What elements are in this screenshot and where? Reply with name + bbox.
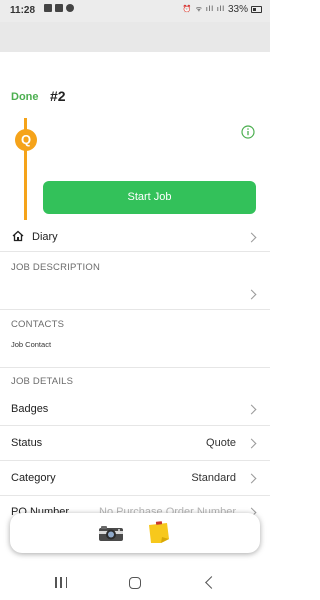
chevron-right-icon — [246, 232, 257, 243]
back-icon[interactable] — [205, 576, 218, 589]
chevron-right-icon — [246, 438, 257, 449]
system-nav-bar — [0, 565, 270, 600]
start-job-button[interactable]: Start Job — [43, 181, 256, 214]
battery-icon — [251, 6, 262, 13]
recents-icon[interactable] — [55, 577, 67, 588]
chevron-right-icon — [246, 289, 257, 300]
status-value: Quote — [206, 437, 236, 449]
diary-row[interactable]: Diary — [0, 222, 270, 252]
battery-percent: 33% — [227, 4, 248, 15]
notification-icons — [44, 4, 74, 12]
job-contact-label: Job Contact — [11, 340, 52, 349]
youtube-notification-icon — [55, 4, 63, 12]
status-time: 11:28 — [10, 5, 36, 16]
sheet-header: Done #2 — [0, 88, 270, 110]
chevron-right-icon — [246, 404, 257, 415]
category-value: Standard — [191, 472, 236, 484]
bottom-toolbar — [10, 513, 260, 553]
job-details-header: JOB DETAILS — [11, 376, 74, 387]
chevron-right-icon — [246, 473, 257, 484]
sticky-note-icon[interactable] — [147, 521, 171, 545]
home-nav-icon[interactable] — [129, 577, 141, 589]
badges-label: Badges — [11, 403, 49, 415]
camera-icon[interactable] — [98, 523, 124, 543]
job-sheet: Done #2 Q Start Job Diary JOB DESCRIPTIO… — [0, 52, 270, 565]
category-row[interactable]: Category Standard — [0, 461, 270, 496]
home-icon — [12, 230, 24, 242]
done-button[interactable]: Done — [11, 91, 39, 103]
status-row[interactable]: Status Quote — [0, 426, 270, 461]
info-icon[interactable] — [241, 125, 255, 139]
signal-icons: ⏰ ᯤ ıll ıll — [182, 6, 225, 13]
backdrop[interactable] — [0, 22, 270, 52]
job-contact-row[interactable]: Job Contact — [0, 334, 270, 368]
badges-row[interactable]: Badges — [0, 392, 270, 426]
status-label: Status — [11, 437, 43, 449]
system-status: ⏰ ᯤ ıll ıll 33% — [183, 4, 262, 15]
app-notification-icon — [66, 4, 74, 12]
job-description-header: JOB DESCRIPTION — [11, 262, 101, 273]
category-label: Category — [11, 472, 56, 484]
job-title: #2 — [50, 88, 66, 104]
diary-label: Diary — [32, 231, 58, 243]
contacts-header: CONTACTS — [11, 319, 65, 330]
job-description-row[interactable] — [0, 278, 270, 310]
image-notification-icon — [44, 4, 52, 12]
status-badge: Q — [15, 129, 37, 151]
status-bar: 11:28 ⏰ ᯤ ıll ıll 33% — [0, 0, 270, 22]
